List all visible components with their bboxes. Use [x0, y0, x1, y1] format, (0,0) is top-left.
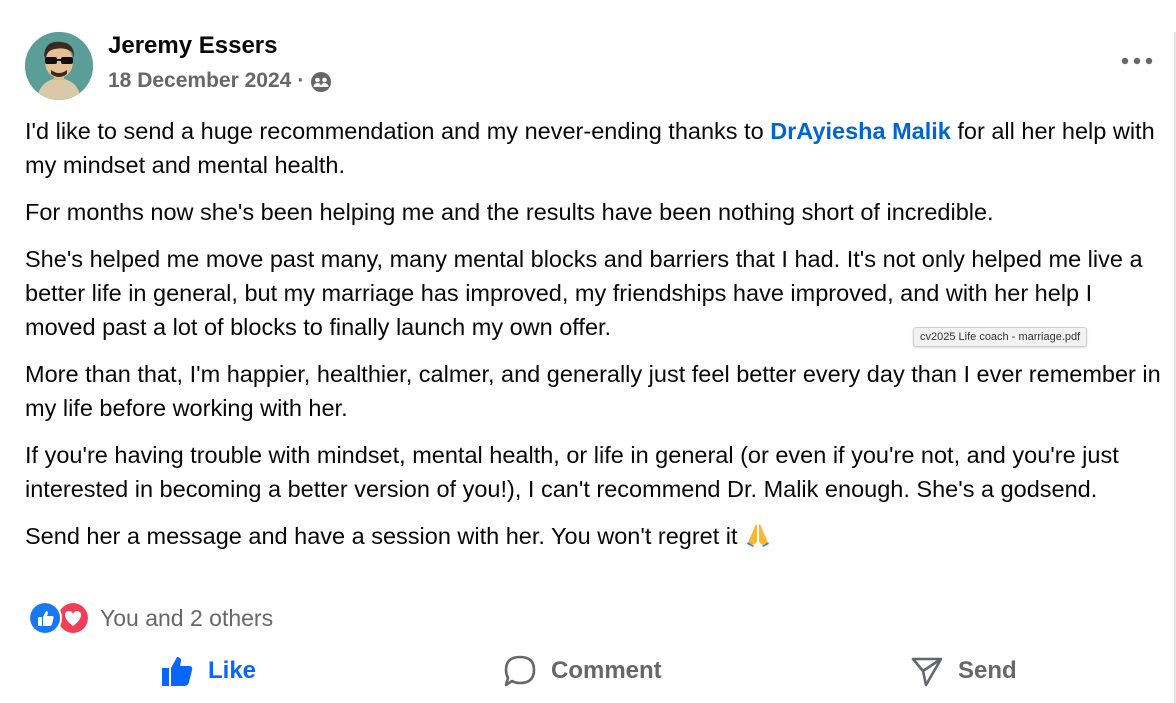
- folded-hands-icon: [747, 524, 770, 547]
- mention-link[interactable]: DrAyiesha Malik: [770, 118, 951, 144]
- post-paragraph: Send her a message and have a session wi…: [25, 519, 1165, 553]
- avatar[interactable]: [25, 32, 93, 100]
- like-button[interactable]: Like: [160, 648, 256, 694]
- thumbs-up-icon: [162, 657, 193, 686]
- send-plane-icon: [911, 657, 943, 687]
- post-actions-bar: Like Comment Send: [0, 648, 1176, 696]
- comment-button[interactable]: Comment: [503, 648, 662, 694]
- file-tooltip: cv2025 Life coach - marriage.pdf: [913, 327, 1088, 347]
- like-label: Like: [208, 657, 257, 684]
- send-label: Send: [958, 657, 1017, 684]
- post-paragraph: If you're having trouble with mindset, m…: [25, 442, 1119, 502]
- post-meta: 18 December 2024 ·: [108, 68, 332, 93]
- more-options-button[interactable]: [1119, 46, 1155, 76]
- reaction-icons: [28, 601, 90, 635]
- comment-bubble-icon: [504, 655, 536, 687]
- post-paragraph: For months now she's been helping me and…: [25, 199, 994, 225]
- post-paragraph: More than that, I'm happier, healthier, …: [25, 361, 1161, 421]
- post-paragraph: I'd like to send a huge recommendation a…: [25, 114, 1165, 182]
- reactions-summary[interactable]: You and 2 others: [28, 601, 273, 635]
- paragraph-text: I'd like to send a huge recommendation a…: [25, 118, 771, 144]
- meta-separator: ·: [297, 68, 305, 92]
- comment-label: Comment: [551, 657, 662, 684]
- avatar-illustration-icon: [25, 32, 93, 100]
- post-header: Jeremy Essers 18 December 2024 ·: [25, 30, 1155, 100]
- more-dots-icon: [1121, 57, 1153, 65]
- post-date[interactable]: 18 December 2024: [108, 69, 291, 93]
- reactions-text: You and 2 others: [100, 604, 274, 631]
- like-reaction-icon: [28, 601, 62, 635]
- author-name[interactable]: Jeremy Essers: [108, 32, 277, 60]
- send-button[interactable]: Send: [910, 648, 1017, 694]
- friends-icon[interactable]: [310, 71, 332, 93]
- paragraph-text: Send her a message and have a session wi…: [25, 523, 745, 549]
